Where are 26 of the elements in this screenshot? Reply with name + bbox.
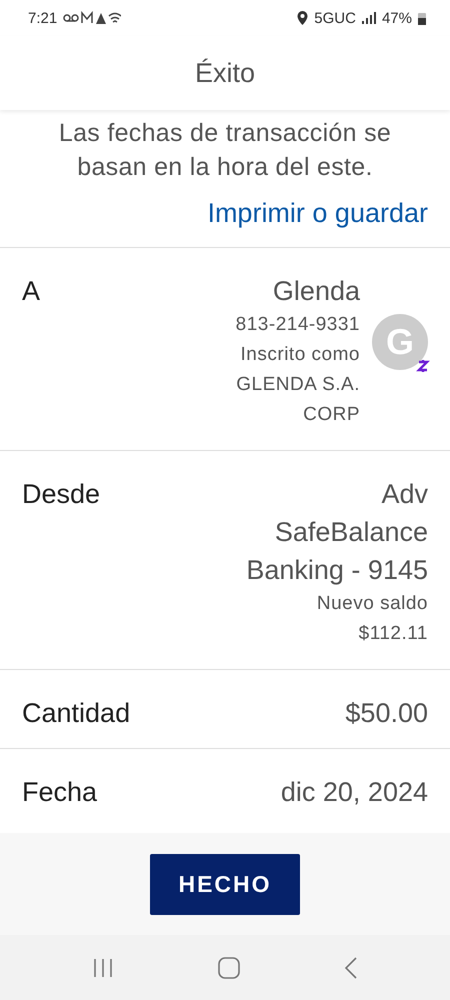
enrolled-name: Inscrito como GLENDA S.A. CORP: [235, 343, 360, 427]
notice-text: Las fechas de transacción se basan en la hora del este.: [58, 118, 392, 183]
home-icon[interactable]: [218, 956, 240, 978]
battery-icon: [418, 12, 426, 24]
page-title: Éxito: [194, 58, 256, 88]
zelle-badge-icon: [416, 358, 430, 374]
print-link[interactable]: Imprimir o guardar: [207, 198, 428, 229]
signal-icon: [362, 12, 376, 24]
location-icon: [297, 11, 308, 25]
clock-time: 7:21: [28, 10, 58, 26]
recipient-name: Glenda: [272, 275, 360, 308]
network-type: 5GUC: [314, 10, 356, 26]
recent-apps-icon[interactable]: [92, 958, 114, 978]
done-button[interactable]: HECHO: [150, 854, 300, 914]
battery-percent: 47%: [382, 10, 412, 26]
detail-label: A: [22, 275, 40, 307]
detail-value: dic 20, 2024: [280, 776, 428, 809]
new-balance: Nuevo saldo $112.11: [316, 592, 428, 646]
detail-label: Cantidad: [22, 697, 130, 729]
back-icon[interactable]: [344, 956, 358, 978]
detail-label: Desde: [22, 478, 100, 510]
notification-icons: [63, 11, 122, 25]
detail-value: $50.00: [345, 697, 428, 730]
detail-label: Fecha: [22, 776, 98, 808]
phone-number: 813-214-9331: [236, 313, 360, 337]
account-name: Adv SafeBalance Banking - 9145: [245, 478, 428, 587]
